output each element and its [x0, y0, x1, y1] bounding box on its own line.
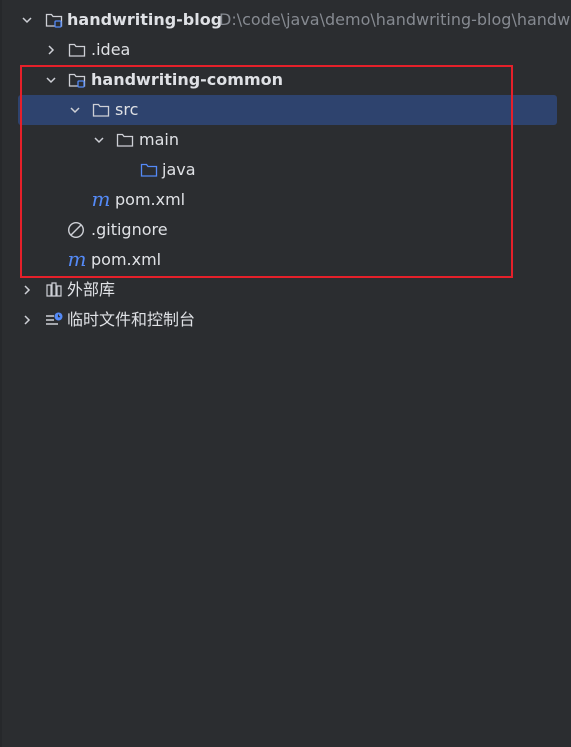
- tree-item-label: main: [139, 130, 179, 149]
- module-folder-icon: [68, 73, 86, 88]
- tree-root-path: D:\code\java\demo\handwriting-blog\handw…: [219, 10, 571, 29]
- tree-item-module-pom[interactable]: m pom.xml: [0, 185, 571, 215]
- folder-icon: [116, 133, 134, 147]
- tree-item-label: .gitignore: [91, 220, 168, 239]
- chevron-down-icon[interactable]: [21, 14, 33, 26]
- tree-item-root-pom[interactable]: m pom.xml: [0, 245, 571, 275]
- tree-root-handwriting-blog[interactable]: handwriting-blog D:\code\java\demo\handw…: [0, 5, 571, 35]
- tree-item-main[interactable]: main: [0, 125, 571, 155]
- tree-item-label: pom.xml: [91, 250, 162, 269]
- tree-item-scratches-and-consoles[interactable]: 临时文件和控制台: [0, 305, 571, 335]
- chevron-right-icon[interactable]: [21, 314, 33, 326]
- tree-item-label: .idea: [91, 40, 131, 59]
- tree-item-src[interactable]: src: [0, 95, 571, 125]
- tree-item-label: 外部库: [67, 280, 116, 299]
- tree-item-label: java: [162, 160, 196, 179]
- tree-root-label: handwriting-blog: [67, 10, 223, 29]
- tree-item-java[interactable]: java: [0, 155, 571, 185]
- maven-icon: m: [91, 187, 111, 211]
- maven-icon: m: [67, 247, 87, 271]
- module-folder-icon: [45, 13, 63, 28]
- chevron-right-icon[interactable]: [21, 284, 33, 296]
- tree-item-idea[interactable]: .idea: [0, 35, 571, 65]
- scratches-icon: [46, 312, 63, 325]
- tree-item-label: src: [115, 100, 139, 119]
- project-tree: handwriting-blog D:\code\java\demo\handw…: [0, 5, 571, 335]
- folder-icon: [92, 103, 110, 117]
- chevron-right-icon[interactable]: [45, 44, 57, 56]
- ignored-file-icon: [67, 221, 85, 239]
- tree-item-label: handwriting-common: [91, 70, 284, 89]
- tree-item-external-libraries[interactable]: 外部库: [0, 275, 571, 305]
- chevron-down-icon[interactable]: [45, 74, 57, 86]
- tree-item-label: 临时文件和控制台: [67, 310, 196, 329]
- chevron-down-icon[interactable]: [93, 134, 105, 146]
- source-folder-icon: [140, 163, 158, 177]
- tree-item-gitignore[interactable]: .gitignore: [0, 215, 571, 245]
- tree-item-label: pom.xml: [115, 190, 186, 209]
- folder-icon: [68, 43, 86, 57]
- library-icon: [46, 282, 62, 297]
- chevron-down-icon[interactable]: [69, 104, 81, 116]
- tree-item-handwriting-common[interactable]: handwriting-common: [0, 65, 571, 95]
